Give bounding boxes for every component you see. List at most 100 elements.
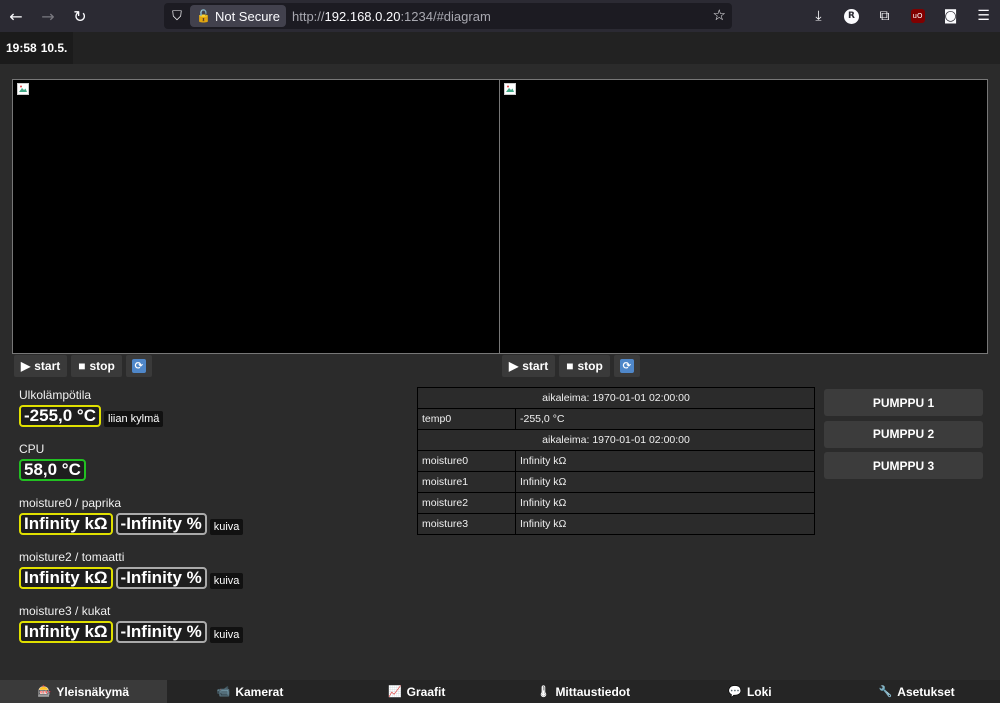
broken-image-icon xyxy=(504,83,516,95)
sensor-value: Infinity kΩ xyxy=(19,513,113,535)
security-label: Not Secure xyxy=(214,8,280,24)
stop-label: stop xyxy=(89,359,115,373)
sensor-moisture2: moisture2 / tomaatti Infinity kΩ -Infini… xyxy=(19,549,399,603)
sensor-value: Infinity kΩ xyxy=(19,621,113,643)
camera-view-2[interactable] xyxy=(499,79,988,354)
url-text[interactable]: http://192.168.0.20:1234/#diagram xyxy=(292,9,491,24)
start-label: start xyxy=(34,359,61,373)
table-row: moisture1 Infinity kΩ xyxy=(417,471,815,493)
camera-2-start-button[interactable]: ▶ start xyxy=(502,355,556,377)
stop-icon: ■ xyxy=(78,359,86,373)
sensor-list: Ulkolämpötila -255,0 °C liian kylmä CPU … xyxy=(19,387,399,657)
tab-label: Kamerat xyxy=(235,684,284,699)
pump-1-button[interactable]: PUMPPU 1 xyxy=(824,389,983,416)
tab-label: Asetukset xyxy=(897,684,955,699)
profile-button[interactable]: R xyxy=(835,0,868,32)
key-cell: moisture3 xyxy=(417,513,516,535)
key-cell: moisture0 xyxy=(417,450,516,472)
insecure-lock-icon: 🔓 xyxy=(196,9,211,23)
table-row: temp0 -255,0 °C xyxy=(417,408,815,430)
sensor-moisture0: moisture0 / paprika Infinity kΩ -Infinit… xyxy=(19,495,399,549)
ublock-badge: uO xyxy=(910,9,925,23)
play-icon: ▶ xyxy=(21,359,31,373)
reload-icon[interactable]: ↻ xyxy=(64,0,96,32)
pump-3-button[interactable]: PUMPPU 3 xyxy=(824,452,983,479)
sensor-label: moisture2 / tomaatti xyxy=(19,550,125,564)
url-path: :1234/#diagram xyxy=(400,8,491,24)
tab-label: Yleisnäkymä xyxy=(56,684,130,699)
chart-icon: 📈 xyxy=(387,685,402,698)
table-row: moisture3 Infinity kΩ xyxy=(417,513,815,535)
camera-view-1[interactable] xyxy=(12,79,500,354)
tab-cameras[interactable]: 📹 Kamerat xyxy=(167,680,334,703)
status-tag: kuiva xyxy=(209,519,244,535)
status-tag: kuiva xyxy=(209,573,244,589)
tab-label: Loki xyxy=(746,684,772,699)
wrench-icon: 🔧 xyxy=(878,685,893,698)
top-strip xyxy=(0,32,1000,64)
bookmark-star-icon[interactable]: ☆ xyxy=(713,6,726,24)
camera-2-stop-button[interactable]: ■ stop xyxy=(559,355,610,377)
security-indicator[interactable]: 🔓 Not Secure xyxy=(190,5,286,27)
key-cell: moisture2 xyxy=(417,492,516,514)
tab-label: Graafit xyxy=(406,684,446,699)
start-label: start xyxy=(522,359,549,373)
tab-settings[interactable]: 🔧 Asetukset xyxy=(833,680,1000,703)
key-cell: temp0 xyxy=(417,408,516,430)
sensor-value: 58,0 °C xyxy=(19,459,86,481)
url-bar[interactable]: ⛉ 🔓 Not Secure http://192.168.0.20:1234/… xyxy=(164,3,732,29)
forward-icon[interactable]: → xyxy=(32,0,64,32)
status-tag: liian kylmä xyxy=(104,411,164,427)
play-icon: ▶ xyxy=(509,359,519,373)
status-tag: kuiva xyxy=(209,627,244,643)
sensor-percent: -Infinity % xyxy=(115,621,207,643)
value-cell: Infinity kΩ xyxy=(515,492,815,514)
stop-icon: ■ xyxy=(566,359,574,373)
sensor-label: Ulkolämpötila xyxy=(19,388,92,402)
sensor-cpu-temp: CPU 58,0 °C xyxy=(19,441,399,495)
tab-log[interactable]: 💬 Loki xyxy=(667,680,834,703)
clock-time: 19:58 xyxy=(6,41,37,55)
sensor-value: Infinity kΩ xyxy=(19,567,113,589)
sensor-moisture3: moisture3 / kukat Infinity kΩ -Infinity … xyxy=(19,603,399,657)
shield-icon[interactable]: ⛉ xyxy=(164,9,190,24)
url-scheme: http:// xyxy=(292,8,325,24)
value-cell: Infinity kΩ xyxy=(515,471,815,493)
camera-1-start-button[interactable]: ▶ start xyxy=(14,355,68,377)
broken-image-icon xyxy=(17,83,29,95)
thermometer-icon: 🌡 xyxy=(536,685,551,698)
refresh-icon: ⟳ xyxy=(131,359,146,373)
sensor-percent: -Infinity % xyxy=(115,513,207,535)
camera-1-refresh-button[interactable]: ⟳ xyxy=(125,355,152,377)
value-cell: Infinity kΩ xyxy=(515,450,815,472)
private-mask-icon[interactable]: ◙ xyxy=(934,0,967,32)
measurement-table: aikaleima: 1970-01-01 02:00:00 temp0 -255… xyxy=(417,387,815,535)
pump-2-button[interactable]: PUMPPU 2 xyxy=(824,420,983,448)
tab-label: Mittaustiedot xyxy=(555,684,631,699)
ublock-icon[interactable]: uO xyxy=(901,0,934,32)
timestamp-cell: aikaleima: 1970-01-01 02:00:00 xyxy=(417,387,815,409)
sensor-label: CPU xyxy=(19,442,45,456)
profile-avatar: R xyxy=(844,8,859,24)
sensor-value: -255,0 °C xyxy=(19,405,102,427)
menu-icon[interactable]: ☰ xyxy=(967,0,1000,32)
tab-overview[interactable]: 🎰 Yleisnäkymä xyxy=(0,680,167,703)
clock-date: 10.5. xyxy=(40,41,68,55)
dashboard-icon: 🎰 xyxy=(37,685,52,698)
table-row: moisture2 Infinity kΩ xyxy=(417,492,815,514)
sensor-label: moisture3 / kukat xyxy=(19,604,111,618)
back-icon[interactable]: ← xyxy=(0,0,32,32)
camera-2-refresh-button[interactable]: ⟳ xyxy=(613,355,640,377)
camera-1-stop-button[interactable]: ■ stop xyxy=(71,355,122,377)
value-cell: -255,0 °C xyxy=(515,408,815,430)
clock: 19:58 10.5. xyxy=(0,32,74,64)
tab-graphs[interactable]: 📈 Graafit xyxy=(333,680,500,703)
camera-1-controls: ▶ start ■ stop ⟳ xyxy=(14,355,152,377)
table-row: moisture0 Infinity kΩ xyxy=(417,450,815,472)
url-host: 192.168.0.20 xyxy=(324,8,401,24)
value-cell: Infinity kΩ xyxy=(515,513,815,535)
stop-label: stop xyxy=(577,359,603,373)
download-icon[interactable]: ⤓ xyxy=(802,0,835,32)
tab-measurements[interactable]: 🌡 Mittaustiedot xyxy=(500,680,667,703)
extensions-icon[interactable]: ⧉ xyxy=(868,0,901,32)
